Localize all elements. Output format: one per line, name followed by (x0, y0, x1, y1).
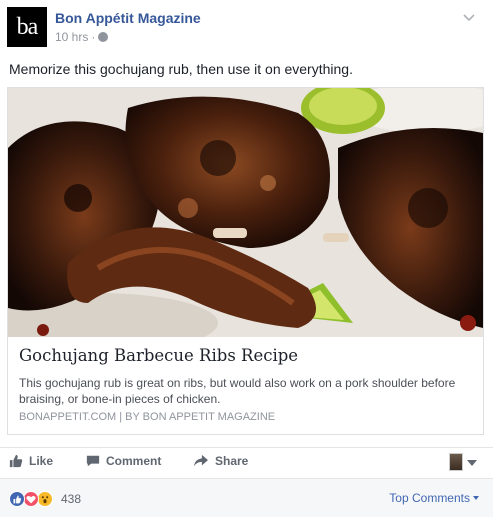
like-button[interactable]: Like (9, 454, 53, 468)
grilled-ribs-photo[interactable] (8, 88, 483, 337)
post-timestamp[interactable]: 10 hrs (55, 30, 88, 44)
ribs-image (8, 88, 483, 337)
action-bar: Like Comment Share (0, 450, 493, 476)
link-title[interactable]: Gochujang Barbecue Ribs Recipe (19, 346, 298, 365)
link-preview-card[interactable]: Gochujang Barbecue Ribs Recipe This goch… (7, 87, 484, 435)
comment-label: Comment (106, 454, 162, 468)
top-comments-dropdown[interactable]: Top Comments (389, 491, 479, 505)
comment-button[interactable]: Comment (86, 454, 161, 468)
meta-separator: · (91, 30, 96, 44)
share-label: Share (215, 454, 249, 468)
feed-post: ba Bon Appétit Magazine 10 hrs · Memorize… (0, 0, 493, 517)
action-divider (0, 447, 493, 448)
thumbs-up-icon (9, 454, 23, 468)
post-meta: 10 hrs · (55, 30, 109, 44)
caret-down-icon (473, 496, 479, 500)
like-label: Like (29, 454, 54, 468)
comment-icon (86, 455, 100, 467)
link-source: BONAPPETIT.COM | BY BON APPETIT MAGAZINE (19, 411, 276, 423)
post-message: Memorize this gochujang rub, then use it… (9, 61, 353, 77)
page-avatar[interactable]: ba (7, 7, 47, 47)
share-arrow-icon (194, 454, 208, 467)
viewer-avatar (449, 453, 463, 471)
reactions-bar: 438 Top Comments (0, 478, 493, 517)
page-name-link[interactable]: Bon Appétit Magazine (55, 10, 201, 26)
like-reaction-icon[interactable] (9, 491, 25, 507)
love-reaction-icon[interactable] (23, 491, 39, 507)
share-button[interactable]: Share (193, 454, 248, 468)
wow-reaction-icon[interactable] (37, 491, 53, 507)
reaction-count[interactable]: 438 (61, 492, 81, 506)
post-as-selector[interactable] (449, 452, 481, 474)
post-header: ba Bon Appétit Magazine 10 hrs · (7, 7, 477, 49)
caret-down-icon (467, 460, 477, 466)
chevron-down-icon[interactable] (461, 9, 477, 25)
globe-icon[interactable] (98, 32, 109, 42)
top-comments-label: Top Comments (389, 491, 470, 505)
link-description: This gochujang rub is great on ribs, but… (19, 376, 456, 406)
